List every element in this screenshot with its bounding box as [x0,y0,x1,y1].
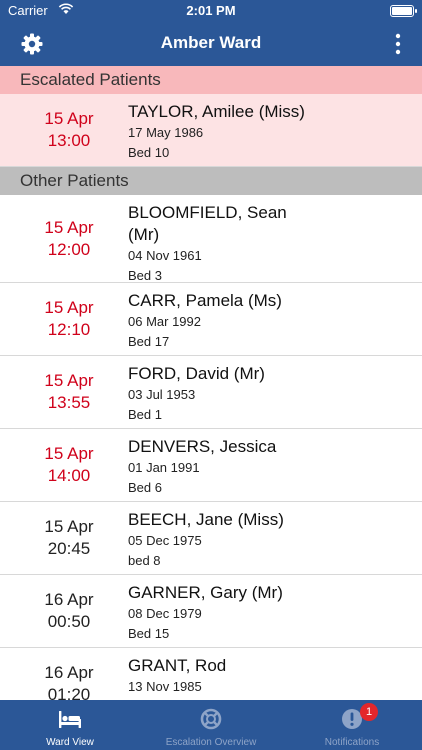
patient-name: GRANT, Rod [128,656,227,675]
lifebuoy-icon [200,708,222,730]
due-time: 00:50 [47,612,91,631]
tab-label: Notifications [324,737,380,748]
due-date: 15 Apr [44,371,94,390]
due-time: 12:00 [47,240,91,259]
patient-info: FORD, David (Mr) 03 Jul 1953 Bed 1 [128,363,328,425]
patient-name: DENVERS, Jessica [128,437,277,456]
patient-info: GRANT, Rod 13 Nov 1985 [128,655,328,697]
patient-name: CARR, Pamela (Ms) [128,291,282,310]
tab-escalation-overview[interactable]: Escalation Overview [141,700,281,750]
due-time: 20:45 [47,539,91,558]
patient-list[interactable]: Escalated Patients 15 Apr 13:00 TAYLOR, … [0,66,422,700]
due-time: 13:55 [47,393,91,412]
due-datetime: 15 Apr 14:00 [0,443,138,487]
tab-notifications[interactable]: 1 Notifications [282,700,422,750]
due-time: 01:20 [47,685,91,700]
clock: 2:01 PM [186,3,236,18]
patient-dob: 08 Dec 1979 [128,606,202,621]
patient-info: DENVERS, Jessica 01 Jan 1991 Bed 6 [128,436,328,498]
due-datetime: 15 Apr 13:55 [0,370,138,414]
patient-dob: 04 Nov 1961 [128,248,202,263]
more-options-icon[interactable] [394,33,402,55]
due-datetime: 15 Apr 13:00 [0,108,138,152]
section-header-other: Other Patients [0,167,422,195]
due-date: 16 Apr [44,663,94,682]
due-date: 15 Apr [44,298,94,317]
patient-row[interactable]: 15 Apr 12:00 BLOOMFIELD, Sean (Mr) 04 No… [0,195,422,283]
due-date: 15 Apr [44,517,94,536]
status-bar: Carrier 2:01 PM [0,0,422,22]
patient-name: BEECH, Jane (Miss) [128,510,284,529]
patient-dob: 13 Nov 1985 [128,679,202,694]
tab-label: Ward View [46,737,94,748]
patient-info: CARR, Pamela (Ms) 06 Mar 1992 Bed 17 [128,290,328,352]
due-datetime: 15 Apr 20:45 [0,516,138,560]
patient-bed: Bed 6 [128,480,162,495]
patient-row[interactable]: 15 Apr 12:10 CARR, Pamela (Ms) 06 Mar 19… [0,283,422,356]
patient-info: BLOOMFIELD, Sean (Mr) 04 Nov 1961 Bed 3 [128,202,303,286]
patient-info: BEECH, Jane (Miss) 05 Dec 1975 bed 8 [128,509,328,571]
tab-label: Escalation Overview [165,737,257,748]
patient-name: BLOOMFIELD, Sean (Mr) [128,203,287,244]
due-time: 14:00 [47,466,91,485]
bed-icon [59,711,81,728]
patient-dob: 03 Jul 1953 [128,387,196,402]
patient-bed: Bed 1 [128,407,162,422]
due-datetime: 16 Apr 00:50 [0,589,138,633]
patient-dob: 06 Mar 1992 [128,314,201,329]
due-datetime: 15 Apr 12:00 [0,217,138,261]
patient-name: GARNER, Gary (Mr) [128,583,283,602]
patient-dob: 01 Jan 1991 [128,460,200,475]
due-datetime: 15 Apr 12:10 [0,297,138,341]
due-datetime: 16 Apr 01:20 [0,662,138,700]
patient-bed: bed 8 [128,553,161,568]
patient-row[interactable]: 16 Apr 01:20 GRANT, Rod 13 Nov 1985 [0,648,422,700]
due-date: 15 Apr [44,218,94,237]
patient-info: GARNER, Gary (Mr) 08 Dec 1979 Bed 15 [128,582,328,644]
patient-dob: 17 May 1986 [128,125,204,140]
header: Carrier 2:01 PM Amber Ward [0,0,422,66]
patient-name: FORD, David (Mr) [128,364,265,383]
patient-dob: 05 Dec 1975 [128,533,202,548]
due-date: 16 Apr [44,590,94,609]
patient-bed: Bed 10 [128,145,170,160]
patient-info: TAYLOR, Amilee (Miss) 17 May 1986 Bed 10 [128,101,328,163]
patient-row[interactable]: 15 Apr 14:00 DENVERS, Jessica 01 Jan 199… [0,429,422,502]
patient-bed: Bed 15 [128,626,170,641]
patient-row[interactable]: 15 Apr 13:55 FORD, David (Mr) 03 Jul 195… [0,356,422,429]
due-date: 15 Apr [44,109,94,128]
patient-bed: Bed 17 [128,334,170,349]
patient-name: TAYLOR, Amilee (Miss) [128,102,305,121]
page-title: Amber Ward [160,33,262,52]
tab-bar: Ward View Escalation Overview 1 Notifica… [0,700,422,750]
patient-row[interactable]: 16 Apr 00:50 GARNER, Gary (Mr) 08 Dec 19… [0,575,422,648]
tab-ward-view[interactable]: Ward View [0,700,140,750]
patient-row[interactable]: 15 Apr 13:00 TAYLOR, Amilee (Miss) 17 Ma… [0,94,422,167]
due-date: 15 Apr [44,444,94,463]
notification-badge: 1 [360,703,378,721]
battery-icon [390,5,417,17]
section-header-escalated: Escalated Patients [0,66,422,94]
patient-row[interactable]: 15 Apr 20:45 BEECH, Jane (Miss) 05 Dec 1… [0,502,422,575]
due-time: 12:10 [47,320,91,339]
due-time: 13:00 [47,131,91,150]
